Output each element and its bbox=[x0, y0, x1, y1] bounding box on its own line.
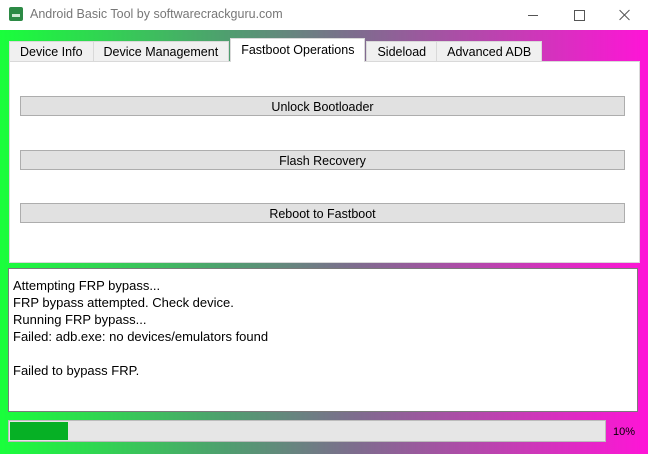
unlock-bootloader-button[interactable]: Unlock Bootloader bbox=[20, 96, 625, 116]
log-line: FRP bypass attempted. Check device. bbox=[13, 295, 234, 310]
log-line: Running FRP bypass... bbox=[13, 312, 147, 327]
log-line: Attempting FRP bypass... bbox=[13, 278, 161, 293]
tab-sideload[interactable]: Sideload bbox=[366, 41, 438, 62]
flash-recovery-button[interactable]: Flash Recovery bbox=[20, 150, 625, 170]
close-button[interactable] bbox=[602, 0, 648, 30]
reboot-to-fastboot-button[interactable]: Reboot to Fastboot bbox=[20, 203, 625, 223]
app-window: Android Basic Tool by softwarecrackguru.… bbox=[0, 0, 648, 454]
log-line: Failed to bypass FRP. bbox=[13, 363, 140, 378]
fastboot-panel: Unlock Bootloader Flash Recovery Reboot … bbox=[9, 61, 640, 263]
tab-device-info[interactable]: Device Info bbox=[9, 41, 94, 62]
window-title: Android Basic Tool by softwarecrackguru.… bbox=[30, 7, 283, 21]
progress-fill bbox=[10, 422, 68, 440]
tab-fastboot-operations[interactable]: Fastboot Operations bbox=[230, 38, 366, 62]
log-output[interactable]: Attempting FRP bypass... FRP bypass attem… bbox=[8, 268, 638, 412]
close-icon bbox=[619, 9, 631, 21]
tab-device-management[interactable]: Device Management bbox=[92, 41, 230, 62]
progress-bar bbox=[8, 420, 606, 442]
title-bar[interactable]: Android Basic Tool by softwarecrackguru.… bbox=[0, 0, 648, 30]
tab-advanced-adb[interactable]: Advanced ADB bbox=[436, 41, 543, 62]
maximize-button[interactable] bbox=[556, 0, 602, 30]
maximize-icon bbox=[573, 9, 585, 21]
progress-percent-label: 10% bbox=[613, 426, 636, 438]
log-line: Failed: adb.exe: no devices/emulators fo… bbox=[13, 329, 269, 344]
minimize-icon bbox=[528, 14, 538, 16]
android-app-icon bbox=[9, 7, 23, 21]
tab-strip: Device Info Device Management Fastboot O… bbox=[9, 38, 543, 62]
minimize-button[interactable] bbox=[510, 0, 556, 30]
